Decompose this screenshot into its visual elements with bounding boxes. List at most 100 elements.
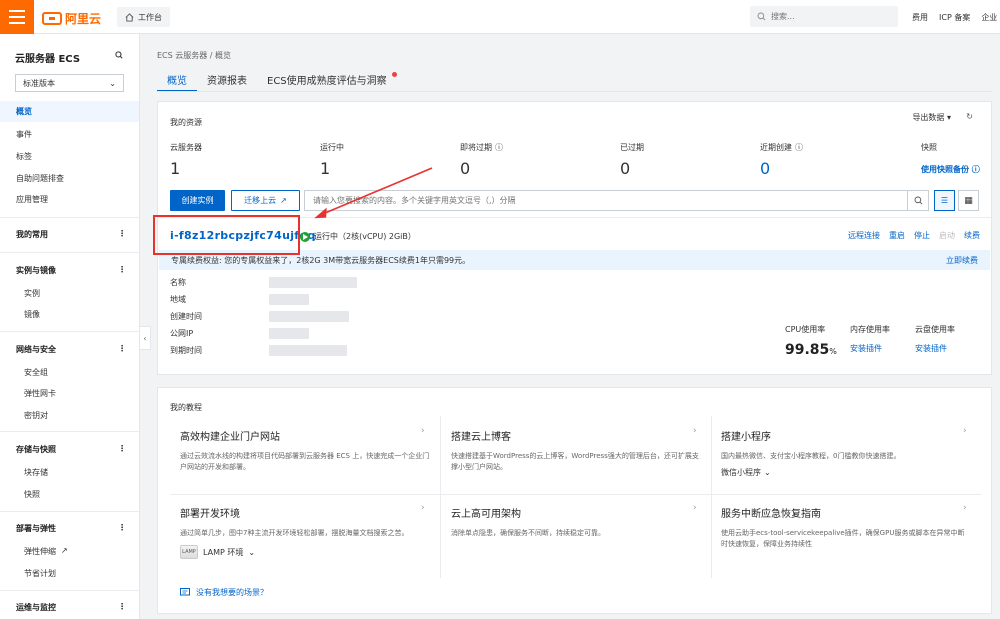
global-search[interactable] [750,6,898,27]
hamburger-menu-button[interactable] [0,0,34,34]
refresh-icon[interactable]: ↻ [966,112,973,121]
sidebar-item-keypairs[interactable]: 密钥对 [24,410,48,421]
sidebar-item-block-storage[interactable]: 块存储 [24,467,48,478]
more-icon: ⋮ [118,344,126,353]
sidebar-item-tags[interactable]: 标签 [16,151,32,162]
stat-expiring[interactable]: 即将过期 ⓘ 0 [460,142,503,178]
sidebar-group-storage-snapshots[interactable]: 存储与快照 ⋮ [16,444,126,455]
more-icon: ⋮ [118,229,126,238]
mini-program-select[interactable]: 微信小程序 ⌄ [721,467,971,478]
tutorial-high-availability[interactable]: 云上高可用架构 消除单点隐患，确保服务不间断，持续稳定可靠。 [451,505,701,539]
more-icon: ⋮ [118,523,126,532]
chevron-left-icon: ‹ [143,333,147,343]
sidebar-item-savings-plan[interactable]: 节省计划 [24,568,56,579]
running-icon [300,231,310,242]
instance-search-button[interactable] [907,191,928,210]
sidebar-group-favorites[interactable]: 我的常用 ⋮ [16,229,126,240]
sidebar-item-snapshots[interactable]: 快照 [24,489,40,500]
memory-usage-label: 内存使用率 [850,325,890,334]
help-icon[interactable]: ⓘ [795,142,803,153]
tutorial-enterprise-portal[interactable]: 高效构建企业门户网站 通过云效流水线的构建将项目代码部署到云服务器 ECS 上，… [180,428,430,473]
chevron-right-icon: › [693,503,697,513]
external-link-icon: ↗ [61,546,68,555]
tutorial-title: 高效构建企业门户网站 [180,432,280,443]
tutorial-description: 通过简单几步，图中7种主流开发环境轻松部署，摆脱海量文档搜索之苦。 [180,529,409,537]
instance-actions: 远程连接 重启 停止 启动 续费 [848,230,980,241]
sidebar-group-deploy-elastic[interactable]: 部署与弹性 ⋮ [16,523,126,534]
top-link-icp[interactable]: ICP 备案 [939,12,970,23]
sidebar-item-autoscaling[interactable]: 弹性伸缩 ↗ [24,546,68,557]
external-link-icon: ↗ [280,196,287,205]
aliyun-logo[interactable]: 阿里云 [42,10,101,26]
disk-install-plugin-link[interactable]: 安装插件 [915,343,947,354]
cpu-value: 99.85 [785,342,830,358]
tutorial-title: 部署开发环境 [180,509,240,520]
create-instance-button[interactable]: 创建实例 [170,190,225,211]
chevron-right-icon: › [693,426,697,436]
field-label-created: 创建时间 [170,312,202,321]
sidebar-group-instances-images[interactable]: 实例与镜像 ⋮ [16,265,126,276]
redacted-value [269,294,309,305]
sidebar-item-images[interactable]: 镜像 [24,309,40,320]
stat-label: 运行中 [320,143,344,152]
sidebar-divider [0,217,139,218]
sidebar-item-label: 弹性伸缩 [24,547,56,556]
sidebar-search-icon[interactable] [115,51,123,59]
tutorial-service-recovery[interactable]: 服务中断应急恢复指南 使用云助手ecs-tool-servicekeepaliv… [721,505,971,550]
tab-resource-report[interactable]: 资源报表 [197,72,257,92]
tutorials-title: 我的教程 [170,403,202,412]
version-select[interactable]: 标准版本 ⌄ [15,74,124,92]
stat-value: 1 [170,159,181,178]
sidebar-item-instances[interactable]: 实例 [24,288,40,299]
tab-maturity-assessment[interactable]: ECS使用成熟度评估与洞察 [257,72,401,92]
top-link-enterprise[interactable]: 企业 [981,12,997,23]
sidebar-item-events[interactable]: 事件 [16,129,32,140]
workbench-button[interactable]: 工作台 [117,7,170,27]
stat-expired[interactable]: 已过期 0 [620,142,644,178]
export-data-dropdown[interactable]: 导出数据 ▾ [912,112,951,123]
feedback-link[interactable]: 没有我想要的场景？ [180,587,268,598]
stat-total-servers[interactable]: 云服务器 1 [170,142,202,178]
sidebar-item-troubleshoot[interactable]: 自助问题排查 [16,173,64,184]
sidebar-item-overview[interactable]: 概览 [0,101,139,122]
search-icon [757,12,766,21]
stat-label: 近期创建 [760,143,792,152]
grid-view-button[interactable]: ▦ [958,190,979,211]
migrate-to-cloud-button[interactable]: 迁移上云 ↗ [231,190,300,211]
tutorial-dev-environment[interactable]: 部署开发环境 通过简单几步，图中7种主流开发环境轻松部署，摆脱海量文档搜索之苦。… [180,505,430,559]
remote-connect-link[interactable]: 远程连接 [848,230,880,241]
stop-link[interactable]: 停止 [914,230,930,241]
renew-now-link[interactable]: 立即续费 [946,255,978,266]
global-search-input[interactable] [771,12,891,21]
stat-label: 快照 [921,143,937,152]
stat-recently-created[interactable]: 近期创建 ⓘ 0 [760,142,803,178]
sidebar-item-eni[interactable]: 弹性网卡 [24,388,56,399]
sidebar-divider [0,511,139,512]
field-label-region: 地域 [170,295,186,304]
lamp-select[interactable]: LAMP LAMP 环境 ⌄ [180,545,430,559]
sidebar-group-network-security[interactable]: 网络与安全 ⋮ [16,344,126,355]
tutorial-mini-program[interactable]: 搭建小程序 国内最热微信、支付宝小程序教程，0门槛教你快速搭建。 微信小程序 ⌄ [721,428,971,478]
memory-install-plugin-link[interactable]: 安装插件 [850,343,882,354]
top-link-billing[interactable]: 费用 [912,12,928,23]
renew-link[interactable]: 续费 [964,230,980,241]
stat-label: 已过期 [620,143,644,152]
restart-link[interactable]: 重启 [889,230,905,241]
list-view-button[interactable]: ☰ [934,190,955,211]
help-icon[interactable]: ⓘ [495,142,503,153]
my-tutorials-card: 我的教程 高效构建企业门户网站 通过云效流水线的构建将项目代码部署到云服务器 E… [157,387,992,614]
chevron-down-icon: ⌄ [764,468,771,477]
field-label-public-ip: 公网IP [170,329,194,338]
snapshot-backup-link[interactable]: 使用快照备份 ⓘ [921,164,980,175]
redacted-value [269,277,357,288]
instance-status: 运行中（2核(vCPU) 2GiB） [300,231,416,242]
sidebar-collapse-handle[interactable]: ‹ [140,326,151,350]
tab-overview[interactable]: 概览 [157,72,197,92]
sidebar-item-app-management[interactable]: 应用管理 [16,194,48,205]
sidebar-group-ops-monitoring[interactable]: 运维与监控 ⋮ [16,602,126,613]
sidebar-item-security-groups[interactable]: 安全组 [24,367,48,378]
sidebar-divider [0,431,139,432]
tutorial-cloud-blog[interactable]: 搭建云上博客 快速搭建基于WordPress的云上博客，WordPress强大的… [451,428,701,473]
field-label-name: 名称 [170,278,186,287]
sidebar-title: 云服务器 ECS [15,54,81,65]
